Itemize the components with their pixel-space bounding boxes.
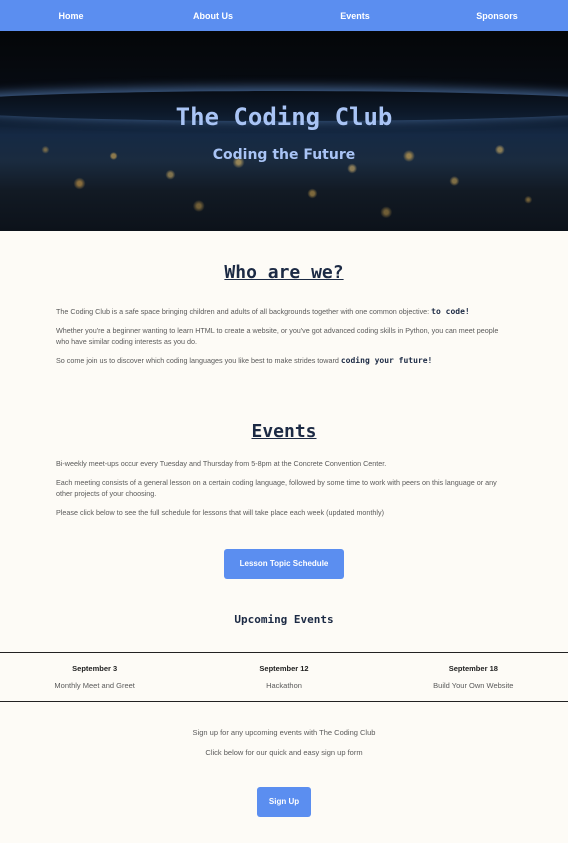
event-name: Build Your Own Website <box>433 681 514 690</box>
upcoming-events-list: September 3 Monthly Meet and Greet Septe… <box>0 652 568 702</box>
about-paragraph-2: Whether you're a beginner wanting to lea… <box>56 326 499 346</box>
nav-about-link[interactable]: About Us <box>142 11 284 21</box>
hero-subtitle: Coding the Future <box>212 147 356 163</box>
signup-button[interactable]: Sign Up <box>257 787 311 817</box>
top-nav: Home About Us Events Sponsors <box>0 0 568 31</box>
event-item: September 12 Hackathon <box>189 653 378 701</box>
events-paragraph-1: Bi-weekly meet-ups occur every Tuesday a… <box>56 459 387 468</box>
about-section: Who are we? <box>0 262 568 283</box>
upcoming-events-heading: Upcoming Events <box>234 613 334 626</box>
event-date: September 18 <box>448 664 498 673</box>
nav-home-link[interactable]: Home <box>0 11 142 21</box>
events-paragraph-3: Please click below to see the full sched… <box>56 508 385 517</box>
about-p1-text: The Coding Club is a safe space bringing… <box>56 307 432 316</box>
about-p3-text: So come join us to discover which coding… <box>56 356 341 365</box>
event-item: September 18 Build Your Own Website <box>379 653 568 701</box>
about-heading: Who are we? <box>224 262 344 283</box>
signup-line-2: Click below for our quick and easy sign … <box>205 748 363 757</box>
event-name: Hackathon <box>266 681 302 690</box>
event-item: September 3 Monthly Meet and Greet <box>0 653 189 701</box>
event-date: September 12 <box>259 664 309 673</box>
about-p3-highlight: coding your future! <box>340 356 433 365</box>
about-text: The Coding Club is a safe space bringing… <box>0 306 568 374</box>
about-paragraph-1: The Coding Club is a safe space bringing… <box>56 306 512 317</box>
nav-sponsors-link[interactable]: Sponsors <box>426 11 568 21</box>
hero-banner: The Coding Club Coding the Future <box>0 31 568 231</box>
nav-events-link[interactable]: Events <box>284 11 426 21</box>
about-paragraph-3: So come join us to discover which coding… <box>56 355 512 366</box>
events-text: Bi-weekly meet-ups occur every Tuesday a… <box>0 458 568 526</box>
about-p1-highlight: to code! <box>431 307 470 316</box>
event-date: September 3 <box>72 664 118 673</box>
event-name: Monthly Meet and Greet <box>54 681 135 690</box>
lesson-schedule-button[interactable]: Lesson Topic Schedule <box>224 549 344 579</box>
hero-title: The Coding Club <box>175 103 393 131</box>
events-section: Events <box>0 421 568 442</box>
events-heading: Events <box>251 421 317 442</box>
signup-line-1: Sign up for any upcoming events with The… <box>192 728 376 737</box>
events-paragraph-2: Each meeting consists of a general lesso… <box>56 478 497 498</box>
